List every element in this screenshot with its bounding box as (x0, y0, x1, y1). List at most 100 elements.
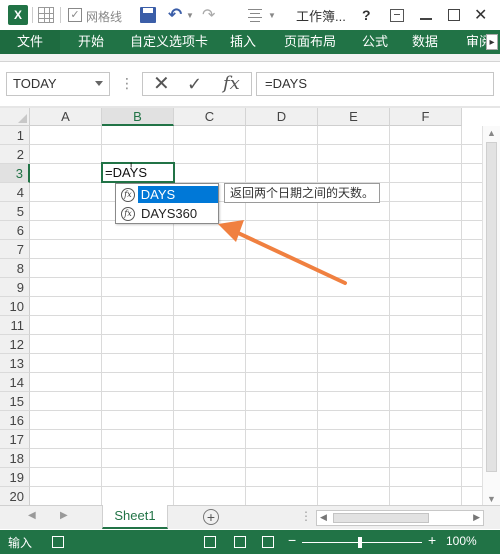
tab-file[interactable]: 文件 (0, 30, 60, 54)
scroll-down-icon[interactable]: ▼ (487, 494, 496, 504)
ribbon-scroll-right-icon[interactable]: ▸ (486, 34, 498, 50)
row-header[interactable]: 17 (0, 430, 30, 449)
formula-input[interactable]: =DAYS (256, 72, 494, 96)
vertical-scrollbar[interactable]: ▲ ▼ (482, 126, 500, 506)
macro-record-icon[interactable] (52, 536, 64, 548)
scroll-right-icon[interactable]: ▶ (473, 512, 480, 523)
active-cell-b3[interactable]: =DAYS (101, 162, 175, 183)
horizontal-scrollbar[interactable]: ◀ ▶ (316, 510, 484, 526)
maximize-icon[interactable] (448, 9, 460, 21)
close-icon[interactable]: ✕ (474, 5, 487, 25)
scrollbar-thumb[interactable] (333, 513, 429, 523)
column-header-c[interactable]: C (174, 108, 246, 126)
mouse-cursor-icon: ᶦ (130, 158, 133, 174)
autocomplete-item-label: DAYS (137, 186, 218, 203)
ribbon-display-options-icon[interactable] (390, 9, 404, 22)
align-icon[interactable] (248, 8, 262, 22)
function-icon: fx (121, 206, 135, 221)
row-header[interactable]: 12 (0, 335, 30, 354)
sheet-tab-bar: ◀ ▶ Sheet1 + ⋮ ◀ ▶ (0, 505, 500, 529)
row-header[interactable]: 15 (0, 392, 30, 411)
scroll-up-icon[interactable]: ▲ (487, 128, 496, 138)
tab-custom[interactable]: 自定义选项卡 (130, 30, 208, 54)
scroll-left-icon[interactable]: ◀ (320, 512, 327, 523)
title-bar: X ✓ 网格线 ↶ ▼ ↷ ▼ 工作簿... ? ✕ (0, 0, 500, 30)
column-header-e[interactable]: E (318, 108, 390, 126)
row-header[interactable]: 18 (0, 449, 30, 468)
tab-page-layout[interactable]: 页面布局 (284, 30, 336, 54)
row-header[interactable]: 14 (0, 373, 30, 392)
chevron-down-icon[interactable] (95, 81, 103, 86)
gridlines-checkbox[interactable]: ✓ (68, 8, 82, 22)
insert-function-icon[interactable]: fx (223, 73, 240, 95)
row-header[interactable]: 16 (0, 411, 30, 430)
row-header[interactable]: 8 (0, 259, 30, 278)
row-header[interactable]: 7 (0, 240, 30, 259)
row-header[interactable]: 1 (0, 126, 30, 145)
page-break-view-icon[interactable] (262, 536, 274, 548)
row-header[interactable]: 19 (0, 468, 30, 487)
gridlines-label: 网格线 (86, 9, 123, 24)
row-header[interactable]: 3 (0, 164, 30, 183)
minimize-icon[interactable] (420, 18, 432, 20)
row-header[interactable]: 5 (0, 202, 30, 221)
ribbon-tabs: 文件 开始 自定义选项卡 插入 页面布局 公式 数据 审阅 ▸ (0, 30, 500, 54)
sheet-tab-sheet1[interactable]: Sheet1 (102, 505, 168, 529)
zoom-level[interactable]: 100% (446, 534, 477, 548)
column-header-a[interactable]: A (30, 108, 102, 126)
zoom-in-icon[interactable]: + (428, 532, 436, 548)
row-header[interactable]: 9 (0, 278, 30, 297)
function-tooltip: 返回两个日期之间的天数。 (224, 183, 380, 203)
column-header-d[interactable]: D (246, 108, 318, 126)
document-title: 工作簿... (296, 8, 346, 24)
tab-data[interactable]: 数据 (412, 30, 438, 54)
save-icon[interactable] (140, 7, 156, 23)
row-header[interactable]: 6 (0, 221, 30, 240)
page-layout-view-icon[interactable] (234, 536, 246, 548)
autocomplete-item-label: DAYS360 (141, 206, 198, 221)
tab-insert[interactable]: 插入 (230, 30, 256, 54)
row-header[interactable]: 4 (0, 183, 30, 202)
tab-home[interactable]: 开始 (78, 30, 104, 54)
row-header[interactable]: 13 (0, 354, 30, 373)
excel-logo-icon[interactable]: X (8, 5, 28, 25)
enter-icon[interactable]: ✓ (187, 73, 202, 95)
worksheet-grid: A B C D E F 1 2 3 4 5 6 7 8 9 10 11 12 1… (0, 108, 500, 506)
table-grid-icon[interactable] (38, 7, 54, 23)
sheet-prev-icon[interactable]: ◀ (28, 510, 36, 521)
column-header-b[interactable]: B (102, 108, 174, 126)
cancel-icon[interactable]: ✕ (153, 73, 170, 95)
row-header[interactable]: 11 (0, 316, 30, 335)
name-box[interactable]: TODAY (6, 72, 110, 96)
autocomplete-item-days360[interactable]: fx DAYS360 (117, 204, 218, 223)
zoom-slider[interactable] (302, 542, 422, 543)
name-box-value: TODAY (13, 76, 57, 91)
separator (60, 7, 61, 23)
row-header[interactable]: 2 (0, 145, 30, 164)
undo-icon[interactable]: ↶ (168, 5, 182, 25)
undo-dropdown-icon[interactable]: ▼ (186, 5, 194, 25)
autocomplete-item-days[interactable]: fx DAYS (117, 185, 218, 204)
row-header[interactable]: 10 (0, 297, 30, 316)
status-bar: 输入 − + 100% (0, 530, 500, 554)
tab-formulas[interactable]: 公式 (362, 30, 388, 54)
normal-view-icon[interactable] (204, 536, 216, 548)
customize-toolbar-dropdown-icon[interactable]: ▼ (268, 5, 276, 25)
sheet-next-icon[interactable]: ▶ (60, 510, 68, 521)
formula-bar: TODAY ⋮ ✕ ✓ fx =DAYS (0, 62, 500, 108)
status-mode: 输入 (8, 536, 33, 550)
function-icon: fx (121, 187, 135, 202)
redo-icon[interactable]: ↷ (202, 5, 215, 25)
help-button[interactable]: ? (362, 5, 371, 25)
zoom-slider-thumb[interactable] (358, 537, 362, 548)
ribbon-collapsed-area (0, 54, 500, 62)
scrollbar-thumb[interactable] (486, 142, 497, 472)
formula-bar-grip-icon[interactable]: ⋮ (120, 74, 134, 92)
zoom-out-icon[interactable]: − (288, 532, 296, 548)
function-autocomplete-list: fx DAYS fx DAYS360 (115, 183, 219, 224)
row-header[interactable]: 20 (0, 487, 30, 506)
add-sheet-button[interactable]: + (203, 509, 219, 525)
select-all-button[interactable] (0, 108, 30, 126)
tab-split-grip-icon[interactable]: ⋮ (300, 509, 312, 523)
column-header-f[interactable]: F (390, 108, 462, 126)
